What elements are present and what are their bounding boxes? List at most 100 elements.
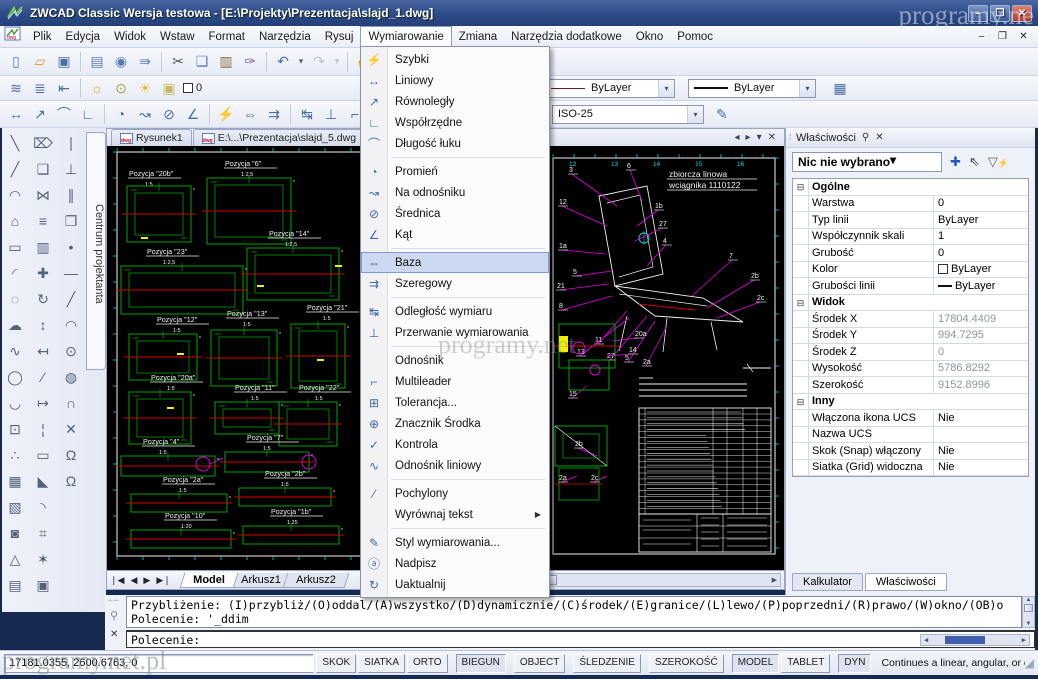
- gradient-tool-button[interactable]: ▧: [2, 494, 28, 520]
- menu-narz-dzia-dodatkowe[interactable]: Narzędzia dodatkowe: [504, 26, 629, 47]
- arc-tool-button[interactable]: ◜: [2, 260, 28, 286]
- snap-extension-tool-button[interactable]: ◠: [58, 312, 84, 338]
- property-value[interactable]: 1: [934, 230, 1028, 242]
- break-tool-button[interactable]: ▭: [30, 442, 56, 468]
- pin-icon[interactable]: ⚲: [110, 609, 118, 622]
- circle-tool-button[interactable]: ◌: [2, 286, 28, 312]
- block-editor-tool-button[interactable]: ▣: [30, 572, 56, 598]
- selection-combo[interactable]: Nic nie wybrano ▾: [792, 152, 942, 172]
- status-toggle-model[interactable]: MODEL: [732, 654, 780, 673]
- snap-tangent-tool-button[interactable]: ∩: [58, 390, 84, 416]
- scroll-right-icon[interactable]: ▶: [769, 576, 780, 584]
- mdi-minimize-icon[interactable]: –: [973, 29, 990, 44]
- dim-radius-button[interactable]: ◔: [109, 103, 133, 125]
- close-icon[interactable]: ✕: [110, 629, 118, 640]
- menu-item-jogged-dim[interactable]: ↝Na odnośniku: [361, 182, 549, 203]
- scroll-up-icon[interactable]: ▲: [1023, 597, 1034, 603]
- arc-3p-tool-button[interactable]: ◠: [2, 182, 28, 208]
- menu-zmiana[interactable]: Zmiana: [452, 26, 504, 47]
- snap-quadrant-tool-button[interactable]: ◍: [58, 364, 84, 390]
- tab-close-icon[interactable]: ✕: [768, 132, 776, 143]
- hatch-tool-button[interactable]: ▦: [2, 468, 28, 494]
- trim-tool-button[interactable]: ∕: [30, 364, 56, 390]
- snap-insert-tool-button[interactable]: ❐: [58, 208, 84, 234]
- new-button[interactable]: ▯: [4, 51, 28, 73]
- snap-perpendicular-tool-button[interactable]: ⊥: [58, 156, 84, 182]
- undo-button[interactable]: ↶: [271, 51, 295, 73]
- prev-layout-icon[interactable]: ◀: [127, 575, 140, 586]
- publish-button[interactable]: ⇛: [133, 51, 157, 73]
- copy-tool-button[interactable]: ❏: [30, 156, 56, 182]
- next-layout-icon[interactable]: ▶: [140, 575, 153, 586]
- menu-item-oblique[interactable]: ∕Pochylony: [361, 483, 549, 504]
- print-preview-button[interactable]: ◉: [109, 51, 133, 73]
- layout-tab-model[interactable]: Model: [179, 573, 238, 588]
- dim-continue-button[interactable]: ⇉: [262, 103, 286, 125]
- pin-icon[interactable]: ⚲: [862, 132, 869, 143]
- layer-manager-button[interactable]: ≣: [28, 77, 52, 99]
- tab-prev-icon[interactable]: ◂: [735, 132, 740, 143]
- dim-angular-button[interactable]: ∠: [181, 103, 205, 125]
- dim-jogged-button[interactable]: ↝: [133, 103, 157, 125]
- redo-list-button[interactable]: ▾: [331, 51, 343, 73]
- chevron-down-icon[interactable]: ▾: [658, 80, 674, 97]
- property-value[interactable]: 0: [934, 346, 1028, 358]
- panel-tab-kalkulator[interactable]: Kalkulator: [792, 573, 863, 591]
- rectangle-tool-button[interactable]: ▭: [2, 234, 28, 260]
- property-value[interactable]: Nie: [934, 445, 1028, 457]
- first-layout-icon[interactable]: ❘◀: [107, 575, 127, 586]
- layer-indicator[interactable]: 0: [183, 82, 202, 94]
- mirror-tool-button[interactable]: ⋈: [30, 182, 56, 208]
- property-value[interactable]: Nie: [934, 412, 1028, 424]
- save-button[interactable]: ▣: [52, 51, 76, 73]
- status-toggle-szerokość[interactable]: SZEROKOŚĆ: [649, 654, 724, 673]
- cone-tool-button[interactable]: △: [2, 546, 28, 572]
- revcloud-tool-button[interactable]: ☁: [2, 312, 28, 338]
- erase-tool-button[interactable]: ⌦: [30, 130, 56, 156]
- spline-tool-button[interactable]: ∿: [2, 338, 28, 364]
- menu-item-tolerance[interactable]: ⊞Tolerancja...: [361, 392, 549, 413]
- menu-item-arc-length-dim[interactable]: ⌒Długość łuku: [361, 133, 549, 154]
- offset-tool-button[interactable]: ≡: [30, 208, 56, 234]
- property-value[interactable]: 0: [934, 197, 1028, 209]
- dim-baseline-button[interactable]: ⇔: [238, 103, 262, 125]
- document-tab[interactable]: E:\...\Prezentacja\slajd_5.dwg: [193, 129, 365, 146]
- move-tool-button[interactable]: ✚: [30, 260, 56, 286]
- layer-freeze-button[interactable]: ☀: [133, 77, 157, 99]
- menu-item-inspect[interactable]: ✓Kontrola: [361, 434, 549, 455]
- menu-item-dim-spacing[interactable]: ↹Odległość wymiaru: [361, 301, 549, 322]
- dim-aligned-button[interactable]: ↗: [28, 103, 52, 125]
- mdi-close-icon[interactable]: ✕: [1015, 29, 1032, 44]
- dim-quick-button[interactable]: ⚡: [214, 103, 238, 125]
- command-vertical-scrollbar[interactable]: ▲ ▼: [1022, 596, 1035, 628]
- menu-pomoc[interactable]: Pomoc: [670, 26, 720, 47]
- coordinates-readout[interactable]: 17181.0355, 2600.6763, 0: [4, 654, 314, 673]
- fillet-tool-button[interactable]: ◝: [30, 494, 56, 520]
- rotate-tool-button[interactable]: ↻: [30, 286, 56, 312]
- close-button[interactable]: ✕: [1012, 5, 1032, 22]
- snap-none-tool-button[interactable]: ✕: [58, 416, 84, 442]
- menu-plik[interactable]: Plik: [26, 26, 59, 47]
- menu-item-leader[interactable]: Odnośnik: [361, 350, 549, 371]
- status-toggle-biegun[interactable]: BIEGUN: [456, 654, 506, 673]
- property-value[interactable]: ByLayer: [934, 280, 1028, 292]
- dim-ordinate-button[interactable]: ∟: [76, 103, 100, 125]
- paste-button[interactable]: ▥: [214, 51, 238, 73]
- status-toggle-dyn[interactable]: DYN: [838, 654, 871, 673]
- snap-parallel-tool-button[interactable]: ∥: [58, 182, 84, 208]
- menu-item-continue-dim[interactable]: ⇉Szeregowy: [361, 273, 549, 294]
- dim-break-button[interactable]: ⊥: [319, 103, 343, 125]
- ellipse-tool-button[interactable]: ◯: [2, 364, 28, 390]
- quick-select-button[interactable]: ✚: [950, 154, 961, 170]
- scrollbar-thumb[interactable]: [1024, 604, 1033, 612]
- property-value[interactable]: 994.7295: [934, 329, 1028, 341]
- redo-button[interactable]: ↷: [307, 51, 331, 73]
- stretch-tool-button[interactable]: ↤: [30, 338, 56, 364]
- scroll-right-icon[interactable]: ▶: [1019, 636, 1029, 644]
- snap-settings-tool-button[interactable]: Ω: [58, 468, 84, 494]
- menu-item-multileader[interactable]: ⌐Multileader: [361, 371, 549, 392]
- status-toggle-śledzenie[interactable]: ŚLEDZENIE: [573, 654, 641, 673]
- join-tool-button[interactable]: ⌗: [30, 520, 56, 546]
- menu-item-baseline-dim[interactable]: ⇔Baza: [361, 252, 549, 273]
- status-toggle-orto[interactable]: ORTO: [407, 654, 448, 673]
